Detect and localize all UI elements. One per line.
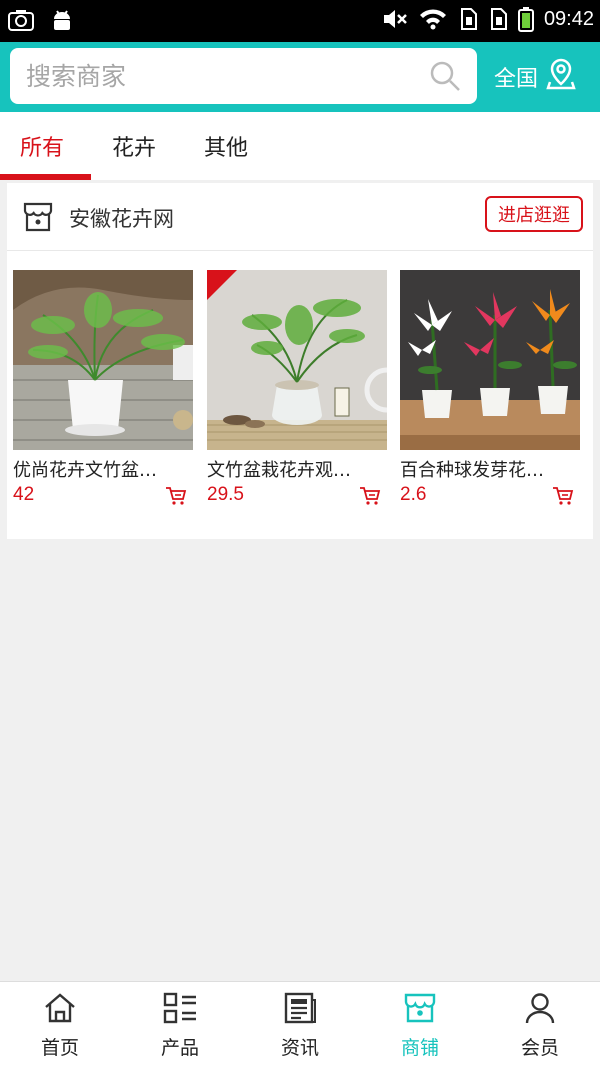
status-bar: 09:42 [0, 0, 600, 42]
product-price: 29.5 [207, 484, 244, 505]
product-name[interactable]: 优尚花卉文竹盆… [13, 456, 193, 482]
home-icon [43, 992, 77, 1033]
region-selector[interactable]: 全国 [494, 58, 576, 96]
nav-shops[interactable]: 商铺 [360, 982, 480, 1067]
nav-news[interactable]: 资讯 [240, 982, 360, 1067]
grid-list-icon [163, 992, 197, 1033]
store-icon [403, 992, 437, 1033]
nav-home[interactable]: 首页 [0, 982, 120, 1067]
tab-all[interactable]: 所有 [20, 130, 64, 162]
bottom-nav: 首页 产品 资讯 商铺 会员 [0, 981, 600, 1067]
battery-icon [517, 6, 534, 32]
product-list: 优尚花卉文竹盆… 42 文竹盆栽花卉观… 29.5 百合种球发芽花… 2.6 [7, 270, 593, 530]
store-icon [22, 201, 54, 237]
add-to-cart-icon[interactable] [359, 486, 381, 510]
product-price: 42 [13, 484, 35, 505]
shop-card: 安徽花卉网 进店逛逛 优尚花卉文竹盆… 42 文竹盆栽花卉观… 29.5 百合种… [7, 183, 593, 539]
product-price: 2.6 [400, 484, 427, 505]
location-pin-icon [546, 58, 576, 96]
add-to-cart-icon[interactable] [552, 486, 574, 510]
active-tab-indicator [0, 174, 91, 180]
search-box[interactable] [10, 48, 477, 104]
nav-shops-label: 商铺 [400, 1037, 439, 1059]
product-item[interactable]: 优尚花卉文竹盆… 42 [13, 270, 193, 505]
category-tabs: 所有 花卉 其他 [0, 112, 600, 180]
product-item[interactable]: 百合种球发芽花… 2.6 [400, 270, 580, 505]
nav-member[interactable]: 会员 [480, 982, 600, 1067]
shop-name[interactable]: 安徽花卉网 [69, 203, 174, 233]
top-header: 全国 [0, 42, 600, 112]
search-icon[interactable] [429, 60, 461, 96]
nav-news-label: 资讯 [280, 1037, 319, 1059]
product-image-fern-glass-pot[interactable] [207, 270, 387, 450]
android-icon [50, 8, 74, 32]
news-icon [283, 992, 317, 1033]
nav-home-label: 首页 [40, 1037, 79, 1059]
sim2-icon [488, 7, 508, 31]
product-name[interactable]: 文竹盆栽花卉观… [207, 456, 387, 482]
product-image-asparagus-fern[interactable] [13, 270, 193, 450]
user-icon [523, 992, 557, 1033]
wifi-icon [418, 7, 448, 31]
search-input[interactable] [26, 56, 416, 96]
region-label: 全国 [494, 67, 539, 92]
nav-member-label: 会员 [520, 1037, 559, 1059]
tab-other[interactable]: 其他 [204, 130, 248, 162]
visit-shop-button[interactable]: 进店逛逛 [485, 196, 583, 232]
shop-header: 安徽花卉网 进店逛逛 [7, 183, 593, 251]
nav-products[interactable]: 产品 [120, 982, 240, 1067]
mute-icon [382, 7, 408, 31]
screenshot-icon [8, 8, 34, 32]
nav-products-label: 产品 [160, 1037, 199, 1059]
product-name[interactable]: 百合种球发芽花… [400, 456, 580, 482]
product-image-lily-pots[interactable] [400, 270, 580, 450]
clock: 09:42 [543, 7, 594, 30]
tab-flowers[interactable]: 花卉 [112, 130, 156, 162]
product-item[interactable]: 文竹盆栽花卉观… 29.5 [207, 270, 387, 505]
add-to-cart-icon[interactable] [165, 486, 187, 510]
sim-icon [458, 7, 478, 31]
